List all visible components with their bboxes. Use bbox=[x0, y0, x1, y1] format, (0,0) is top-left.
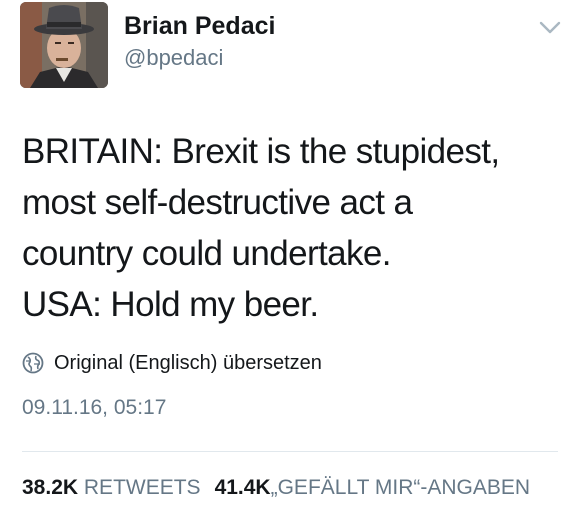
retweets-label: RETWEETS bbox=[83, 476, 201, 499]
likes-label: „GEFÄLLT MIR“-ANGABEN bbox=[270, 476, 531, 499]
likes-count: 41.4K bbox=[214, 476, 271, 499]
globe-icon bbox=[22, 352, 44, 374]
divider bbox=[22, 451, 558, 452]
tweet-text-line: most self-destructive act a bbox=[22, 183, 413, 222]
tweet-text-line: BRITAIN: Brexit is the stupidest, bbox=[22, 132, 500, 171]
tweet-text-line: country could undertake. bbox=[22, 234, 392, 273]
author-name[interactable]: Brian Pedaci bbox=[124, 12, 275, 41]
retweets-stat[interactable]: 38.2K RETWEETS bbox=[22, 476, 201, 499]
author-handle[interactable]: @bpedaci bbox=[124, 45, 223, 71]
avatar-image bbox=[20, 2, 108, 88]
retweets-count: 38.2K bbox=[22, 476, 79, 499]
tweet-text: BRITAIN: Brexit is the stupidest, most s… bbox=[22, 126, 572, 330]
tweet-timestamp[interactable]: 09.11.16, 05:17 bbox=[22, 396, 166, 420]
translate-label: Original (Englisch) übersetzen bbox=[54, 351, 322, 374]
tweet-text-line: USA: Hold my beer. bbox=[22, 285, 319, 324]
avatar[interactable] bbox=[20, 2, 108, 88]
likes-stat[interactable]: 41.4K„GEFÄLLT MIR“-ANGABEN bbox=[215, 476, 530, 499]
translate-button[interactable]: Original (Englisch) übersetzen bbox=[22, 349, 322, 377]
chevron-down-icon[interactable] bbox=[538, 20, 562, 36]
tweet-card: Brian Pedaci @bpedaci BRITAIN: Brexit is… bbox=[0, 0, 582, 522]
tweet-stats: 38.2K RETWEETS 41.4K„GEFÄLLT MIR“-ANGABEN bbox=[22, 476, 582, 506]
